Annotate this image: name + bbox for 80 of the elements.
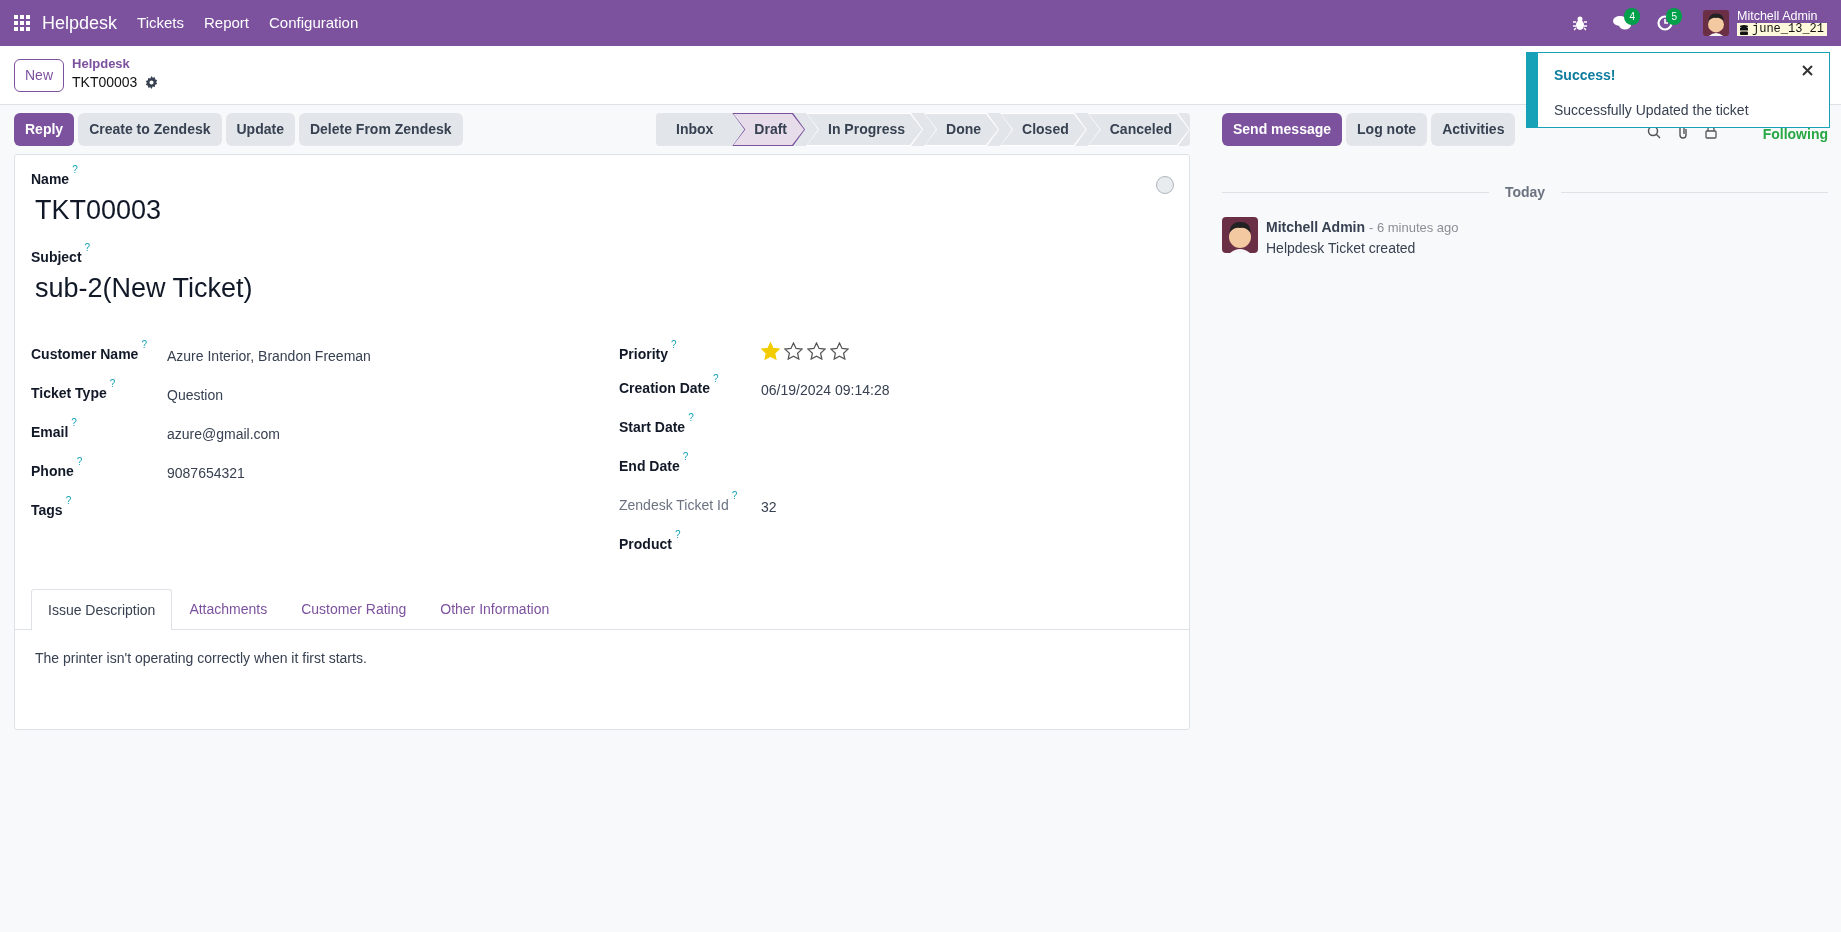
database-name: june_13_21 [1752, 23, 1824, 36]
message-time: - 6 minutes ago [1368, 220, 1459, 235]
help-icon[interactable]: ? [76, 456, 83, 468]
menu-item[interactable]: Report [194, 11, 260, 35]
toast-message: Successfully Updated the ticket [1554, 101, 1750, 120]
action-button[interactable]: Create to Zendesk [78, 113, 222, 146]
star-icon[interactable] [807, 342, 826, 361]
field-label: Customer Name [31, 346, 139, 362]
message-author[interactable]: Mitchell Admin [1266, 219, 1366, 235]
help-icon[interactable]: ? [71, 417, 77, 429]
name-field[interactable]: TKT00003 [35, 190, 1155, 231]
app-title[interactable]: Helpdesk [42, 9, 118, 37]
apps-menu-icon[interactable] [14, 15, 30, 31]
user-name[interactable]: Mitchell Admin [1737, 10, 1827, 24]
description-text[interactable]: The printer isn't operating correctly when it first starts. [31, 630, 1173, 729]
field-value[interactable]: 06/19/2024 09:14:28 [761, 378, 890, 401]
notebook-tab[interactable]: Issue Description [31, 589, 173, 630]
help-icon[interactable]: ? [84, 241, 91, 253]
menu-item[interactable]: Configuration [259, 11, 369, 35]
gear-icon[interactable] [145, 75, 159, 89]
subject-field[interactable]: sub-2(New Ticket) [35, 267, 1173, 308]
field-value: 32 [761, 498, 777, 517]
field-value[interactable]: azure@gmail.com [167, 422, 281, 445]
notebook-tab[interactable]: Customer Rating [284, 589, 424, 629]
close-icon[interactable] [1802, 65, 1813, 76]
action-button[interactable]: Reply [14, 113, 75, 146]
field-label: Product [619, 536, 672, 552]
star-icon[interactable] [830, 342, 849, 361]
field-label: Start Date [619, 419, 686, 435]
help-icon[interactable]: ? [109, 378, 116, 390]
field-label: Creation Date [619, 380, 711, 396]
field-label: Name [31, 171, 70, 187]
star-icon[interactable] [784, 342, 803, 361]
stage-button[interactable]: Canceled [1087, 113, 1190, 146]
field-label: Priority [619, 346, 668, 362]
help-icon[interactable]: ? [713, 373, 719, 385]
help-icon[interactable]: ? [65, 495, 72, 507]
help-icon[interactable]: ? [671, 339, 677, 351]
stage-button[interactable]: Draft [732, 113, 806, 146]
chatter-button[interactable]: Send message [1222, 113, 1343, 146]
help-icon[interactable]: ? [688, 412, 694, 424]
avatar-icon [1703, 10, 1729, 36]
field-value[interactable]: Question [167, 383, 224, 406]
clock-icon[interactable] [1657, 15, 1673, 31]
field-label: Subject [31, 248, 82, 265]
activity-count: 5 [1666, 8, 1682, 25]
chatter-button[interactable]: Activities [1431, 113, 1516, 146]
action-button[interactable]: Delete From Zendesk [298, 113, 463, 146]
chatter-button[interactable]: Log note [1346, 113, 1428, 146]
help-icon[interactable]: ? [72, 164, 78, 176]
field-value[interactable]: 9087654321 [167, 461, 245, 484]
date-separator: Today [1504, 183, 1546, 202]
field-label: Ticket Type [31, 385, 107, 401]
menu-item[interactable]: Tickets [127, 11, 194, 35]
database-icon [1740, 24, 1748, 35]
stage-button[interactable]: In Progress [806, 113, 924, 146]
field-value[interactable]: Azure Interior, Brandon Freeman [167, 344, 371, 367]
record-title: TKT00003 [72, 72, 138, 92]
help-icon[interactable]: ? [731, 490, 738, 502]
help-icon[interactable]: ? [682, 451, 689, 463]
bug-icon[interactable] [1573, 15, 1587, 31]
priority-stars[interactable] [761, 342, 849, 361]
toast-title: Success! [1554, 66, 1616, 85]
notebook-tab[interactable]: Attachments [172, 589, 285, 629]
field-label: Zendesk Ticket Id [619, 497, 729, 513]
message-count: 4 [1624, 8, 1640, 25]
stage-button[interactable]: Closed [1000, 113, 1087, 146]
new-button[interactable]: New [14, 58, 64, 92]
avatar-icon [1222, 217, 1258, 253]
help-icon[interactable]: ? [674, 529, 681, 541]
notebook-tab[interactable]: Other Information [423, 589, 567, 629]
field-label: Tags [31, 502, 63, 518]
field-label: Email [31, 424, 69, 440]
field-label: Phone [31, 463, 74, 479]
help-icon[interactable]: ? [141, 339, 147, 351]
message-body: Helpdesk Ticket created [1266, 239, 1417, 258]
field-label: End Date [619, 458, 680, 474]
action-button[interactable]: Update [225, 113, 295, 146]
breadcrumb-link[interactable]: Helpdesk [72, 57, 159, 72]
stage-button[interactable]: Done [924, 113, 1000, 146]
